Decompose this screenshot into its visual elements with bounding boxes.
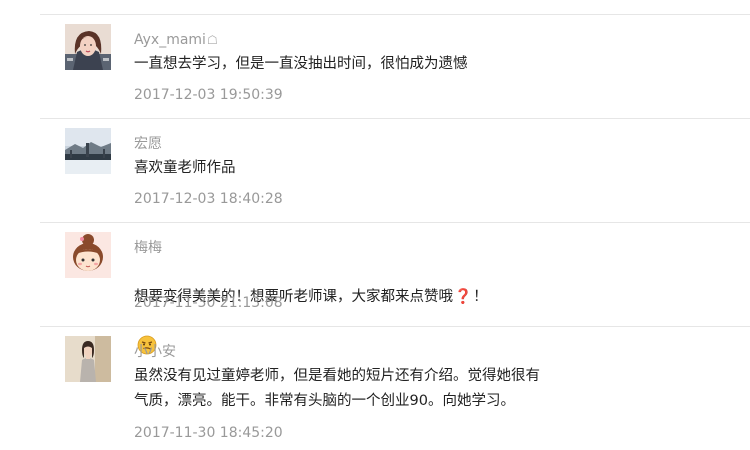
divider [40, 118, 750, 119]
user-avatar[interactable] [65, 24, 111, 70]
comment-text: 喜欢童老师作品 [134, 160, 236, 176]
comment-time: 2017-11-30 21:13:08 [134, 295, 283, 311]
user-avatar[interactable] [65, 336, 111, 382]
question-mark-emoji: ❓ [454, 289, 473, 305]
comment-time: 2017-11-30 18:45:20 [134, 425, 283, 441]
cartoon-girl-avatar-icon [65, 232, 111, 278]
comment-time: 2017-12-03 19:50:39 [134, 87, 283, 103]
user-name[interactable]: Ayx_mami☖ [134, 31, 218, 49]
badge-icon: ☖ [206, 33, 218, 47]
divider [40, 326, 750, 327]
comment-text: 虽然没有见过童婷老师，但是看她的短片还有介绍。觉得她很有 气质，漂亮。能干。非常… [134, 368, 540, 409]
user-name[interactable]: 小小安 [134, 343, 176, 361]
divider [40, 222, 750, 223]
winter-landscape-avatar-icon [65, 128, 111, 174]
comment-time: 2017-12-03 18:40:28 [134, 191, 283, 207]
woman-standing-avatar-icon [65, 336, 111, 382]
woman-portrait-avatar-icon [65, 24, 111, 70]
divider-top [40, 14, 750, 15]
comment-text-part: ！ [473, 289, 488, 305]
user-name[interactable]: 宏愿 [134, 135, 162, 153]
comment-text: 一直想去学习，但是一直没抽出时间，很怕成为遗憾 [134, 56, 468, 72]
user-avatar[interactable] [65, 232, 111, 278]
user-avatar[interactable] [65, 128, 111, 174]
comment-text: 想要变得美美的！想要听老师课，大家都来点赞哦❓！ [134, 260, 594, 364]
user-name[interactable]: 梅梅 [134, 239, 162, 257]
user-name-text[interactable]: Ayx_mami [134, 32, 206, 48]
